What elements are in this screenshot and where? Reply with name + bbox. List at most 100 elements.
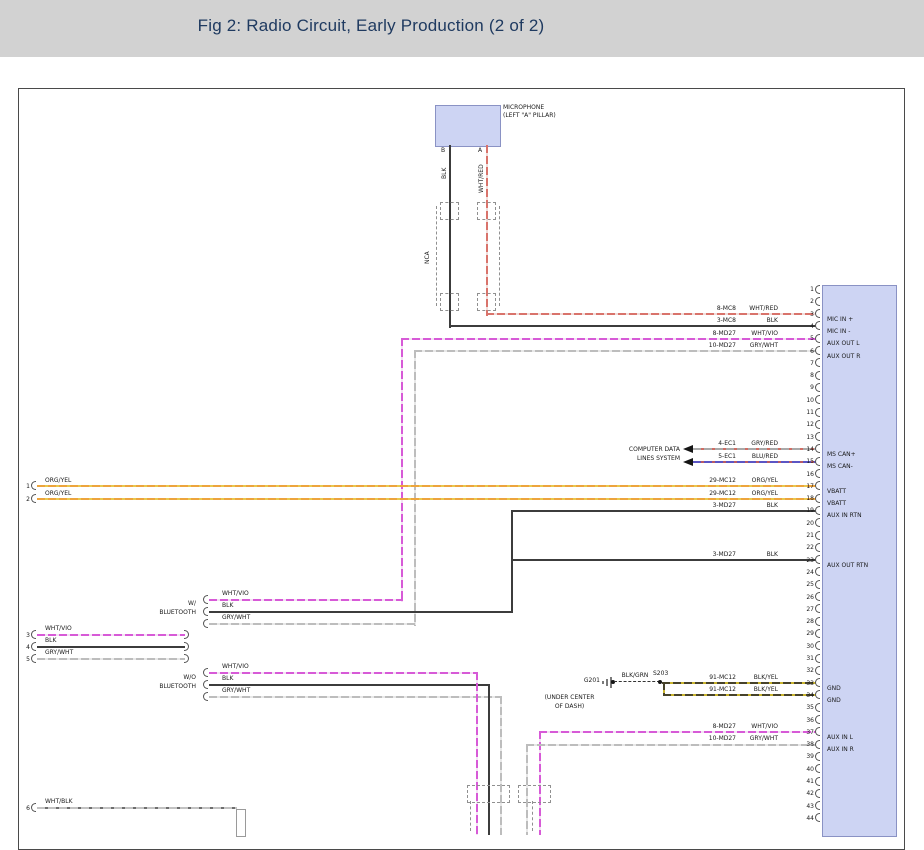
- pin-terminal-icon: [815, 604, 820, 613]
- pin-terminal-icon: [815, 727, 820, 736]
- wire-withoutbt-grywht-vertical: [500, 696, 502, 835]
- pin-number: 30: [796, 643, 814, 650]
- pin-number: 29: [796, 630, 814, 637]
- pin-terminal-icon: [815, 567, 820, 576]
- wiring-diagram: MICROPHONE (LEFT "A" PILLAR) B A BLK WHT…: [0, 0, 924, 835]
- pin-terminal-icon: [815, 580, 820, 589]
- pin-terminal-icon: [815, 678, 820, 687]
- left-pin-number: 3: [18, 632, 30, 639]
- left-wire-color-label: BLK: [45, 637, 56, 644]
- pin-terminal-icon: [815, 592, 820, 601]
- connector-pin-label: AUX IN R: [827, 746, 854, 753]
- pin-terminal-icon: [815, 285, 820, 294]
- connector-pin-rows: 123MIC IN +4MIC IN -5AUX OUT L6AUX OUT R…: [0, 0, 924, 835]
- pin-terminal-icon: [815, 297, 820, 306]
- pin-number: 3: [796, 311, 814, 318]
- computer-data-label-line1: COMPUTER DATA: [560, 446, 680, 453]
- wire-withoutbt-blk-vertical: [488, 684, 490, 835]
- pin-terminal-icon: [815, 777, 820, 786]
- pin-terminal-icon: [31, 494, 36, 503]
- pin-number: 12: [796, 421, 814, 428]
- pin-number: 43: [796, 803, 814, 810]
- connector-pin-label: AUX IN L: [827, 734, 853, 741]
- wire-withoutbt-grywht: [209, 696, 502, 698]
- pin-terminal-icon: [815, 752, 820, 761]
- pin-terminal-icon: [31, 654, 36, 663]
- pin-number: 40: [796, 766, 814, 773]
- pin-terminal-icon: [815, 801, 820, 810]
- pin-terminal-icon: [815, 654, 820, 663]
- pin-number: 44: [796, 815, 814, 822]
- pin-number: 31: [796, 655, 814, 662]
- pin-number: 6: [796, 348, 814, 355]
- pin-terminal-icon: [203, 607, 208, 616]
- pin-terminal-icon: [815, 789, 820, 798]
- left-wire-color-label: WHT/BLK: [45, 798, 73, 805]
- pin-number: 19: [796, 507, 814, 514]
- pin-number: 2: [796, 298, 814, 305]
- wire-withbt-blk: [209, 611, 513, 613]
- pin-terminal-icon: [815, 506, 820, 515]
- pin-number: 42: [796, 790, 814, 797]
- left-pin-number: 1: [18, 483, 30, 490]
- pin-terminal-icon: [815, 469, 820, 478]
- pin-terminal-icon: [815, 408, 820, 417]
- harness-wire-color-label: WHT/VIO: [222, 590, 249, 597]
- wire-left-pin6: [37, 807, 237, 809]
- left-pin-number: 5: [18, 656, 30, 663]
- ground-id-label: G201: [558, 677, 600, 684]
- pin-number: 28: [796, 618, 814, 625]
- pin-terminal-icon: [203, 680, 208, 689]
- pin-terminal-icon: [815, 481, 820, 490]
- pin-number: 15: [796, 458, 814, 465]
- pin-number: 18: [796, 495, 814, 502]
- harness-wire-color-label: WHT/VIO: [222, 663, 249, 670]
- pin-terminal-icon: [815, 395, 820, 404]
- pin-number: 36: [796, 717, 814, 724]
- with-bluetooth-label-line2: BLUETOOTH: [130, 609, 196, 616]
- pin-terminal-icon: [815, 764, 820, 773]
- pin-terminal-icon: [815, 383, 820, 392]
- harness-wire-color-label: BLK: [222, 675, 233, 682]
- pin-number: 26: [796, 594, 814, 601]
- harness-wire-color-label: BLK: [222, 602, 233, 609]
- pin-terminal-icon: [815, 420, 820, 429]
- pin-number: 7: [796, 360, 814, 367]
- left-pin-number: 4: [18, 644, 30, 651]
- wire-blkgrn-dashed: [614, 681, 660, 682]
- pin-terminal-icon: [815, 703, 820, 712]
- connector-pin-label: VBATT: [827, 500, 846, 507]
- wire-shield-outline: [236, 809, 246, 837]
- inline-connector-icon: [518, 785, 551, 803]
- connector-pin-label: GND: [827, 697, 841, 704]
- splice-label: S203: [653, 670, 668, 677]
- pin-terminal-icon: [815, 444, 820, 453]
- pin-number: 34: [796, 692, 814, 699]
- pin-terminal-icon: [203, 668, 208, 677]
- connector-pin-label: AUX OUT R: [827, 353, 860, 360]
- pin-number: 9: [796, 384, 814, 391]
- pin-number: 32: [796, 667, 814, 674]
- with-bluetooth-label-line1: W/: [130, 600, 196, 607]
- left-wire-color-label: GRY/WHT: [45, 649, 73, 656]
- pin-number: 14: [796, 446, 814, 453]
- pin-terminal-icon: [815, 629, 820, 638]
- off-page-arrow-icon: [683, 458, 693, 466]
- pin-number: 21: [796, 532, 814, 539]
- pin-terminal-icon: [815, 641, 820, 650]
- pin-terminal-icon: [815, 432, 820, 441]
- connector-pin-label: MIC IN +: [827, 316, 853, 323]
- pin-number: 5: [796, 335, 814, 342]
- pin-terminal-icon: [31, 481, 36, 490]
- pin-terminal-icon: [815, 494, 820, 503]
- wire-left-pin3: [37, 634, 185, 636]
- connector-pin-label: VBATT: [827, 488, 846, 495]
- connector-boundary-dash: [470, 801, 471, 831]
- harness-wire-color-label: GRY/WHT: [222, 614, 250, 621]
- pin-number: 17: [796, 483, 814, 490]
- pin-terminal-icon: [815, 690, 820, 699]
- pin-terminal-icon: [815, 715, 820, 724]
- without-bluetooth-label-line1: W/O: [130, 674, 196, 681]
- pin-number: 41: [796, 778, 814, 785]
- left-wire-color-label: WHT/VIO: [45, 625, 72, 632]
